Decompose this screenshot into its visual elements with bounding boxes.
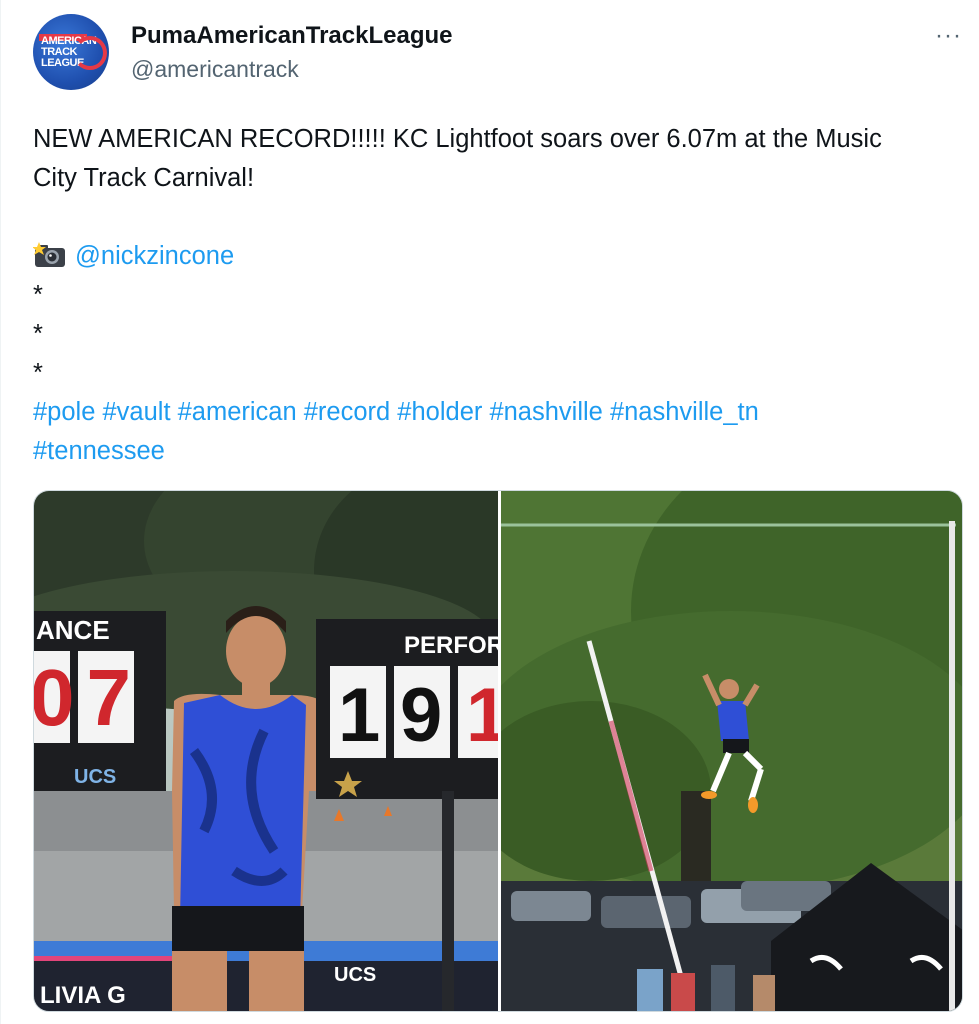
banner-right-text: UCS [334, 964, 376, 986]
board-left-sponsor: UCS [74, 766, 116, 788]
board-right-header: PERFORMA [404, 632, 498, 659]
tweet-star-1: * [33, 281, 43, 309]
author-avatar[interactable]: AMERICAN TRACK LEAGUE [33, 14, 109, 90]
media-photo-athlete[interactable]: LIVIA G UCS ANCE 07 UCS PERFO 1 9 [34, 491, 498, 1011]
tweet-star-2: * [33, 320, 43, 348]
board-right-digit-2: 9 [400, 673, 442, 758]
tweet-text: NEW AMERICAN RECORD!!!!! KC Lightfoot so… [32, 120, 953, 471]
author-handle[interactable]: @americantrack [131, 56, 299, 83]
media-photo-vault[interactable] [501, 491, 962, 1011]
more-options-button[interactable]: ··· [935, 22, 962, 50]
hashtags-line-1[interactable]: #pole #vault #american #record #holder #… [33, 393, 953, 432]
tweet-star-3: * [33, 359, 43, 387]
board-left-digits: 07 [34, 653, 143, 742]
banner-left-text: LIVIA G [40, 982, 126, 1009]
photo-credit-line: @nickzincone [32, 237, 953, 276]
board-right-digit-1: 1 [338, 673, 380, 758]
camera-flash-icon [32, 241, 67, 267]
tweet-body-line-2: City Track Carnival! [33, 164, 255, 192]
author-name[interactable]: PumaAmericanTrackLeague [131, 22, 452, 50]
board-right-digit-3: 1 [466, 673, 498, 758]
tweet-card: AMERICAN TRACK LEAGUE PumaAmericanTrackL… [0, 0, 979, 1024]
tweet-media-grid: LIVIA G UCS ANCE 07 UCS PERFO 1 9 [33, 490, 963, 1012]
avatar-logo-ring [73, 36, 107, 70]
board-left-header: ANCE [36, 615, 110, 645]
photo-credit-mention[interactable]: @nickzincone [75, 242, 234, 270]
tweet-body-line-1: NEW AMERICAN RECORD!!!!! KC Lightfoot so… [33, 125, 882, 153]
hashtags-line-2[interactable]: #tennessee [33, 432, 953, 471]
